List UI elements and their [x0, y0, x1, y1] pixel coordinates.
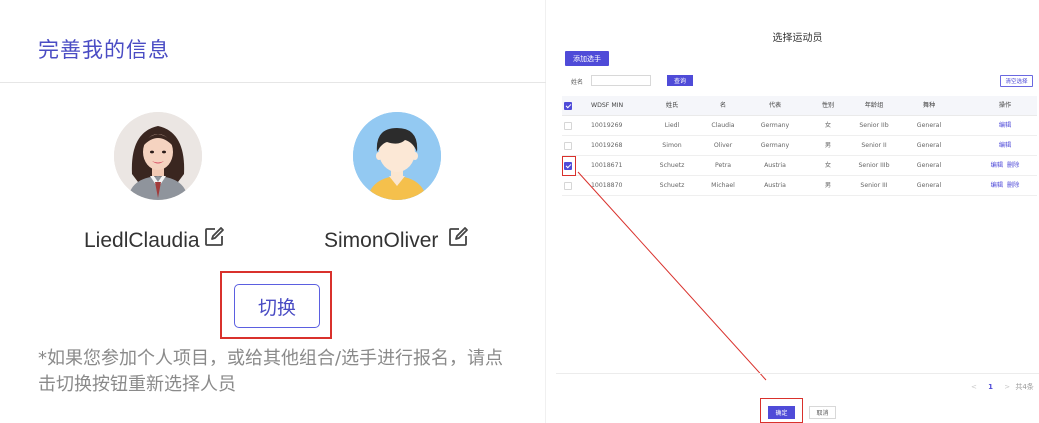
divider	[556, 373, 1039, 374]
avatar-female[interactable]	[114, 112, 202, 200]
avatar-female-photo	[114, 112, 202, 200]
divider	[0, 82, 546, 83]
edit-icon[interactable]	[447, 226, 469, 248]
current-page[interactable]: 1	[988, 383, 993, 391]
prev-page-button[interactable]: <	[971, 383, 977, 391]
cancel-button[interactable]: 取消	[809, 406, 836, 419]
edit-icon[interactable]	[203, 226, 225, 248]
pagination: < 1 > 共4条	[968, 382, 1034, 392]
athlete-name: LiedlClaudia	[84, 229, 200, 252]
select-athlete-dialog: 选择运动员 添加选手 姓名 查询 清空选择 WDSF MIN 姓氏 名 代表 性…	[556, 0, 1039, 423]
profile-panel: 完善我的信息 LiedlClaudia SimonOliver 切换 *如果您参…	[0, 0, 546, 423]
switch-hint: *如果您参加个人项目，或给其他组合/选手进行报名，请点击切换按钮重新选择人员	[38, 348, 504, 395]
avatar-male[interactable]	[353, 112, 441, 200]
athlete-name: SimonOliver	[324, 229, 439, 252]
total-count: 共4条	[1015, 383, 1034, 391]
switch-button[interactable]: 切换	[234, 284, 320, 328]
annotation-arrow-line	[577, 171, 767, 381]
panel-title: 完善我的信息	[38, 38, 170, 62]
avatar-male-illustration	[353, 112, 441, 200]
next-page-button[interactable]: >	[1004, 383, 1010, 391]
confirm-button[interactable]: 确定	[768, 406, 795, 419]
stage: 完善我的信息 LiedlClaudia SimonOliver 切换 *如果您参…	[0, 0, 1039, 423]
